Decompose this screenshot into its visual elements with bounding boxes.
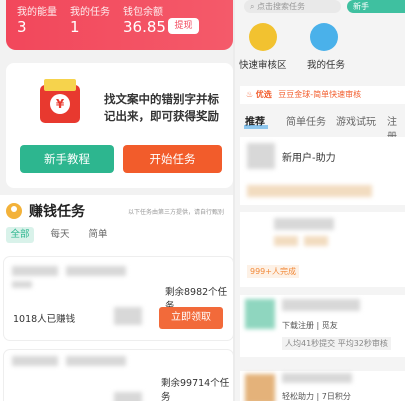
task-card[interactable]: 新用户-助力 bbox=[240, 137, 405, 205]
withdraw-button[interactable]: 提现 bbox=[168, 18, 199, 34]
section-note: 以下任务由第三方提供，请自行甄别 bbox=[128, 209, 225, 216]
blurred-task-tag bbox=[274, 236, 298, 246]
stats-header: 我的能量 3 我的任务 1 钱包余额 36.85 提现 bbox=[6, 0, 233, 50]
red-envelope-icon: ¥ bbox=[40, 79, 80, 123]
featured-tag: 优选 bbox=[255, 90, 272, 99]
remaining-count: 剩余99714个任务 bbox=[161, 378, 230, 401]
featured-text: 豆豆金球-简单快速审核 bbox=[278, 90, 362, 99]
blurred-task-icon bbox=[247, 143, 275, 169]
start-task-button[interactable]: 开始任务 bbox=[123, 145, 222, 173]
energy-label: 我的能量 bbox=[17, 7, 57, 18]
task-card[interactable]: 轻松助力 | 7日积分 bbox=[240, 371, 405, 401]
claim-button[interactable]: 立即领取 bbox=[159, 307, 223, 329]
promo-text: 找文案中的错别字并标记出来，即可获得奖励 bbox=[104, 92, 219, 123]
tutorial-button[interactable]: 新手教程 bbox=[20, 145, 114, 173]
promo-card: ¥ 找文案中的错别字并标记出来，即可获得奖励 新手教程 开始任务 bbox=[6, 63, 233, 188]
user-coin-icon bbox=[6, 203, 22, 219]
my-tasks-label[interactable]: 我的任务 bbox=[307, 57, 345, 71]
featured-banner[interactable]: ♨ 优选 豆豆金球-简单快速审核 bbox=[240, 86, 405, 104]
review-zone-icon[interactable] bbox=[249, 23, 277, 51]
search-icon: ⌕ bbox=[250, 2, 258, 11]
search-input[interactable]: ⌕ 点击搜索任务 bbox=[244, 0, 341, 13]
blurred-task-icon bbox=[245, 374, 275, 401]
tab-simple[interactable]: 简单任务 bbox=[286, 113, 326, 128]
earn-task-panel: 我的能量 3 我的任务 1 钱包余额 36.85 提现 ¥ 找文案中的错别字并标… bbox=[0, 0, 233, 401]
filter-tab-simple[interactable]: 简单 bbox=[84, 227, 112, 243]
completed-count: 999+人完成 bbox=[247, 265, 299, 278]
my-tasks-icon[interactable] bbox=[310, 23, 338, 51]
blurred-task-title bbox=[12, 266, 58, 276]
task-title: 新用户-助力 bbox=[282, 153, 336, 164]
review-zone-label[interactable]: 快速审核区 bbox=[239, 57, 287, 71]
wallet-label: 钱包余额 bbox=[123, 7, 163, 18]
wallet-value: 36.85 bbox=[123, 18, 166, 36]
blurred-reward bbox=[114, 392, 142, 401]
blurred-task-title bbox=[12, 356, 58, 366]
blurred-reward bbox=[114, 307, 142, 325]
task-card[interactable]: 999+人完成 bbox=[240, 212, 405, 287]
task-card[interactable]: 下载注册 | 觅友 人均41秒提交 平均32秒审核 bbox=[240, 295, 405, 357]
my-tasks-label: 我的任务 bbox=[70, 7, 110, 18]
task-info: 下载注册 | 觅友 bbox=[282, 321, 338, 330]
tab-underline bbox=[244, 125, 268, 129]
blurred-task-meta bbox=[247, 185, 372, 197]
task-card[interactable]: 剩余8982个任务 1018人已赚钱 立即领取 bbox=[4, 257, 233, 340]
task-hall-panel: ⌕ 点击搜索任务 新手 快速审核区 我的任务 ♨ 优选 豆豆金球-简单快速审核 … bbox=[235, 0, 405, 401]
blurred-task-title bbox=[274, 218, 334, 230]
blurred-task-icon bbox=[245, 299, 275, 329]
blurred-task-tag bbox=[12, 281, 32, 288]
fire-icon: ♨ bbox=[246, 90, 254, 99]
blurred-task-title bbox=[66, 266, 126, 276]
blurred-task-title bbox=[66, 356, 126, 366]
filter-tab-all[interactable]: 全部 bbox=[6, 227, 34, 243]
tab-game-trial[interactable]: 游戏试玩 bbox=[336, 113, 376, 128]
task-info: 轻松助力 | 7日积分 bbox=[282, 392, 351, 401]
search-placeholder: 点击搜索任务 bbox=[257, 2, 306, 11]
blurred-task-tag bbox=[304, 236, 328, 246]
earned-count: 1018人已赚钱 bbox=[13, 314, 76, 325]
section-title: 赚钱任务 bbox=[29, 204, 85, 220]
blurred-task-title bbox=[282, 373, 352, 383]
my-tasks-value: 1 bbox=[70, 18, 80, 36]
blurred-task-title bbox=[282, 299, 360, 311]
task-card[interactable]: 剩余99714个任务 bbox=[4, 350, 233, 401]
task-timing: 人均41秒提交 平均32秒审核 bbox=[282, 337, 391, 350]
novice-button[interactable]: 新手 bbox=[347, 0, 405, 13]
energy-value: 3 bbox=[17, 18, 27, 36]
filter-tab-daily[interactable]: 每天 bbox=[46, 227, 74, 243]
